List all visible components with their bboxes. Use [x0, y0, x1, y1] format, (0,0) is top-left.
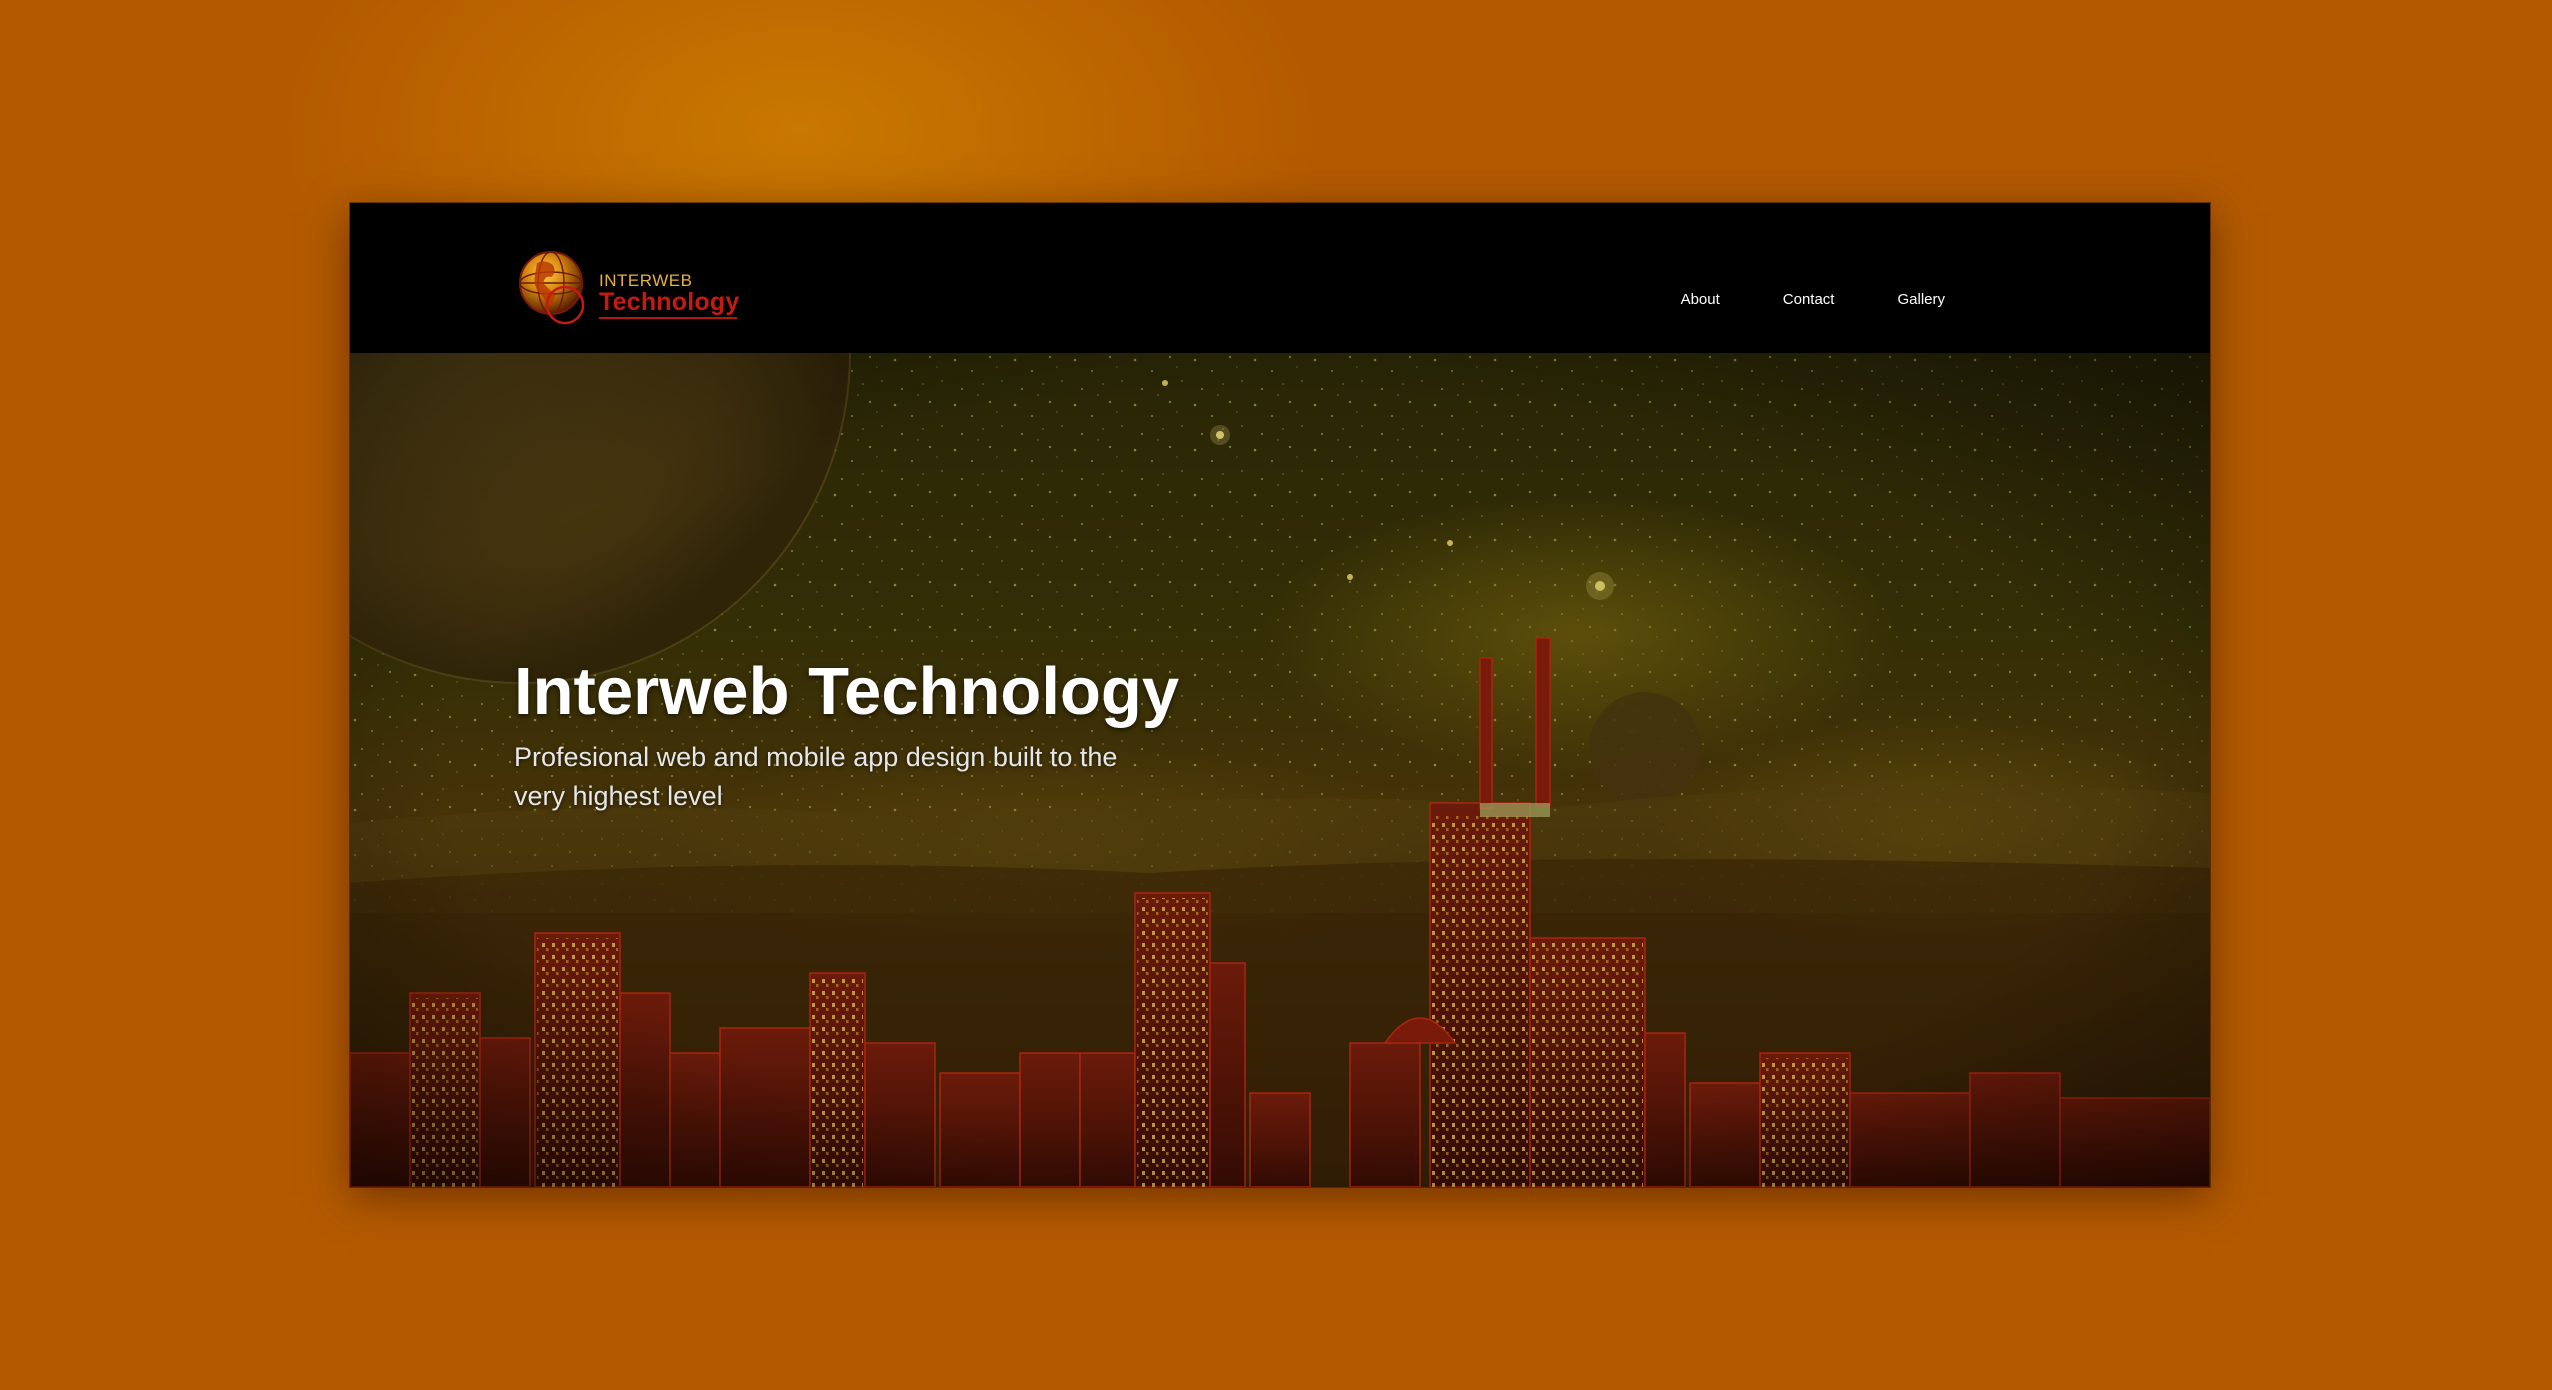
- hero-subtitle: Profesional web and mobile app design bu…: [514, 742, 1118, 811]
- nav-link-contact[interactable]: Contact: [1783, 291, 1835, 308]
- nav-link-gallery[interactable]: Gallery: [1897, 291, 1945, 308]
- logo-underline: [599, 317, 737, 319]
- page-background: { "logo": { "alt": "Interweb Technology …: [0, 0, 2552, 1390]
- website-screenshot-frame: INTERWEB Technology About Contact Galler…: [350, 203, 2210, 1187]
- nav-link-about[interactable]: About: [1681, 291, 1720, 308]
- site-logo[interactable]: INTERWEB Technology: [515, 245, 745, 325]
- main-nav: About Contact Gallery: [1681, 291, 1945, 308]
- logo-line-2: Technology: [599, 288, 740, 316]
- globe-icon: [519, 251, 585, 325]
- top-navbar: INTERWEB Technology About Contact Galler…: [350, 203, 2210, 353]
- hero-title: Interweb Technology: [514, 654, 1180, 729]
- hero-section: Interweb Technology Profesional web and …: [350, 353, 2210, 1187]
